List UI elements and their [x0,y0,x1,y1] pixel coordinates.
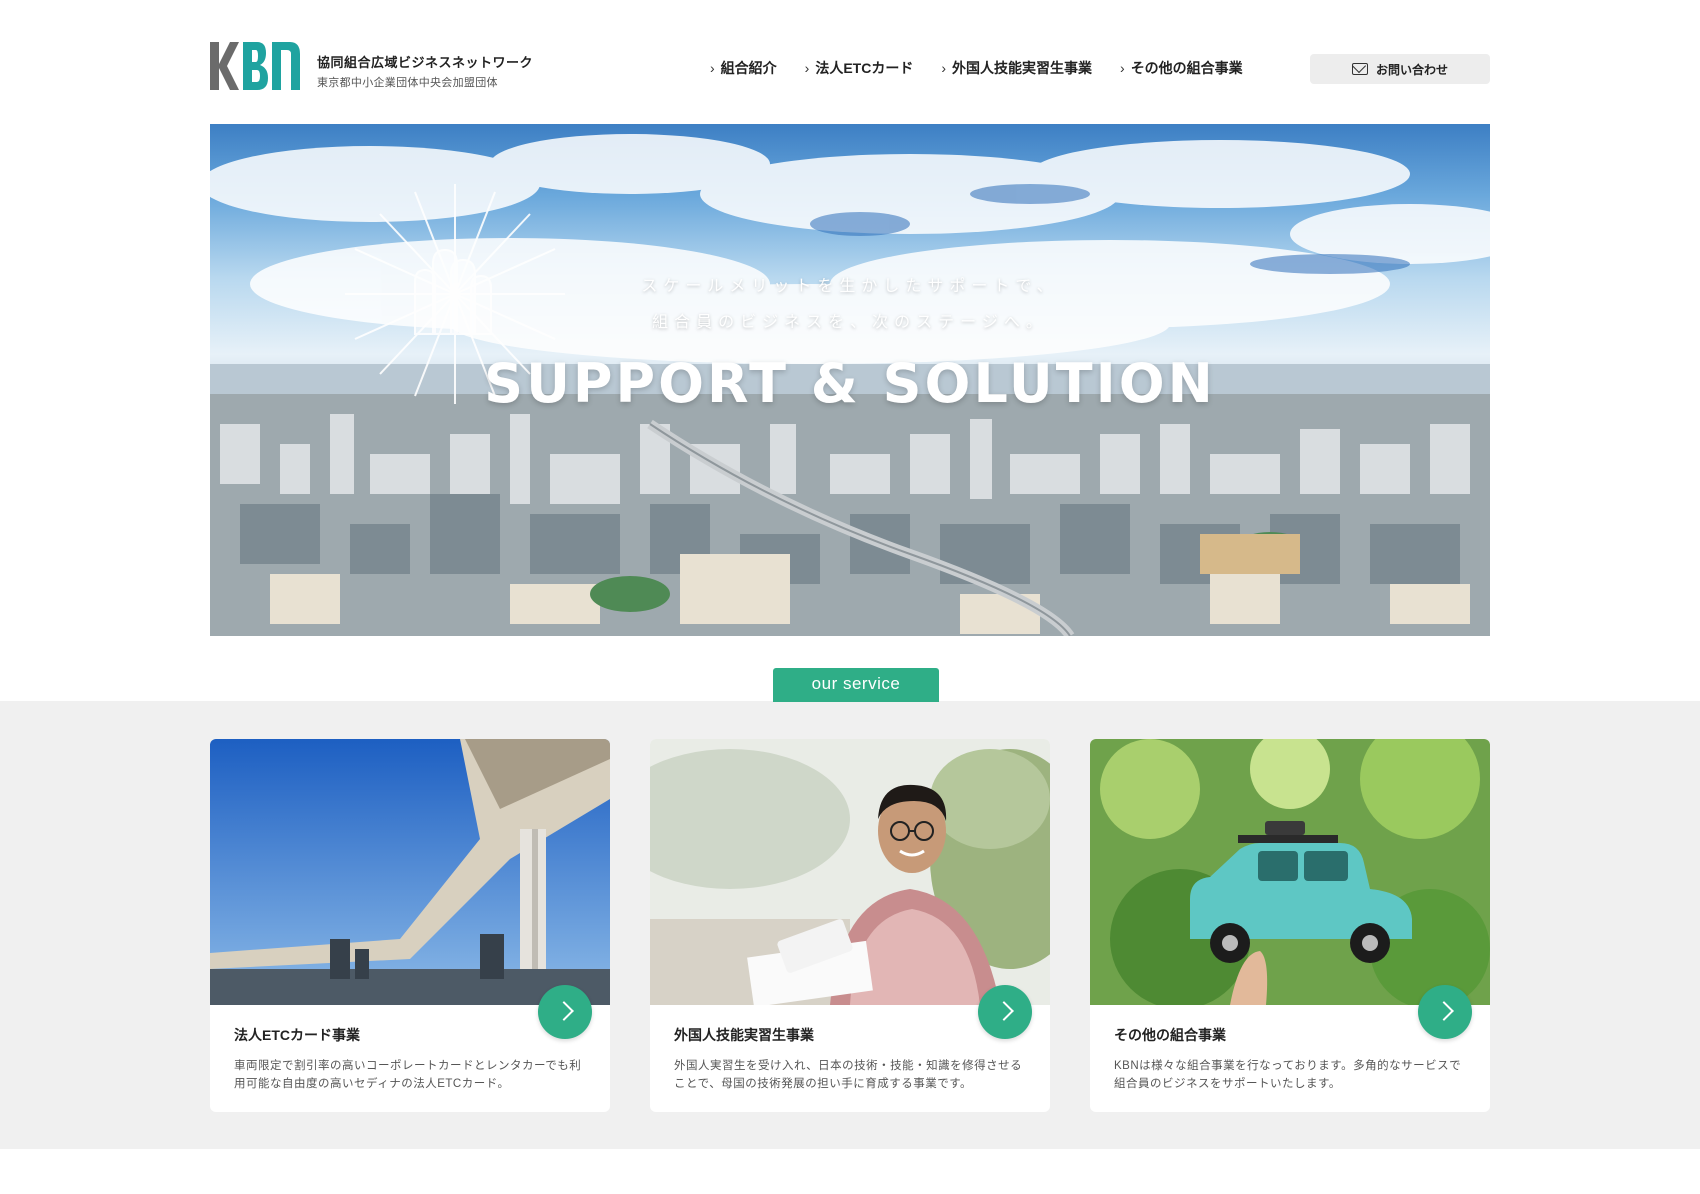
highway-photo [210,739,610,1005]
card-description: KBNは様々な組合事業を行なっております。多角的なサービスで組合員のビジネスをサ… [1114,1060,1462,1090]
card-description: 車両限定で割引率の高いコーポレートカードとレンタカーでも利用可能な自由度の高いセ… [234,1060,582,1090]
mail-icon [1351,63,1368,75]
hero-banner: スケールメリットを生かしたサポートで、 組合員のビジネスを、次のステージへ。 S… [210,124,1490,636]
chevron-right-icon[interactable] [538,985,592,1039]
service-card-etc[interactable]: 法人ETCカード事業 車両限定で割引率の高いコーポレートカードとレンタカーでも利… [210,739,610,1112]
nav-item-label: 外国人技能実習生事業 [952,60,1093,76]
chevron-right-icon[interactable] [978,985,1032,1039]
brand-text: 協同組合広域ビジネスネットワーク 東京都中小企業団体中央会加盟団体 [317,52,533,90]
chevron-right-icon[interactable] [1418,985,1472,1039]
brand-subtitle: 東京都中小企業団体中央会加盟団体 [317,77,498,89]
chevron-right-icon: › [804,60,810,76]
brand-name: 協同組合広域ビジネスネットワーク [317,55,534,70]
nav-item-trainee[interactable]: › 外国人技能実習生事業 [941,58,1092,78]
main-nav: › 組合紹介 › 法人ETCカード › 外国人技能実習生事業 › その他の組合事… [710,58,1271,78]
kbn-logo[interactable] [210,40,300,92]
site-header: 協同組合広域ビジネスネットワーク 東京都中小企業団体中央会加盟団体 › 組合紹介… [210,38,1490,98]
card-title: その他の組合事業 [1114,1027,1226,1043]
card-title: 外国人技能実習生事業 [674,1027,814,1043]
nav-item-label: 組合紹介 [720,60,777,76]
service-card-trainee[interactable]: 外国人技能実習生事業 外国人実習生を受け入れ、日本の技術・技能・知識を修得させる… [650,739,1050,1112]
service-card-other[interactable]: その他の組合事業 KBNは様々な組合事業を行なっております。多角的なサービスで組… [1090,739,1490,1112]
card-title: 法人ETCカード事業 [234,1027,360,1043]
hero-tagline-line1: スケールメリットを生かしたサポートで、 [641,278,1059,295]
chevron-right-icon: › [710,60,715,76]
chevron-right-icon: › [941,60,947,76]
toy-car-photo [1090,739,1490,1005]
nav-item-label: 法人ETCカード [815,60,914,76]
trainee-photo [650,739,1050,1005]
card-description: 外国人実習生を受け入れ、日本の技術・技能・知識を修得させることで、母国の技術発展… [674,1060,1023,1090]
contact-label: お問い合わせ [1375,62,1448,77]
hero-title: SUPPORT & SOLUTION [484,352,1216,415]
nav-item-label: その他の組合事業 [1130,60,1243,76]
chevron-right-icon: › [1120,60,1125,76]
hero-tagline-line2: 組合員のビジネスを、次のステージへ。 [652,314,1048,331]
nav-item-other[interactable]: › その他の組合事業 [1120,58,1243,78]
nav-item-etc-card[interactable]: › 法人ETCカード [805,58,914,78]
nav-item-about[interactable]: › 組合紹介 [710,58,777,78]
service-section-tab: our service [773,668,939,702]
contact-button[interactable]: お問い合わせ [1310,54,1490,84]
